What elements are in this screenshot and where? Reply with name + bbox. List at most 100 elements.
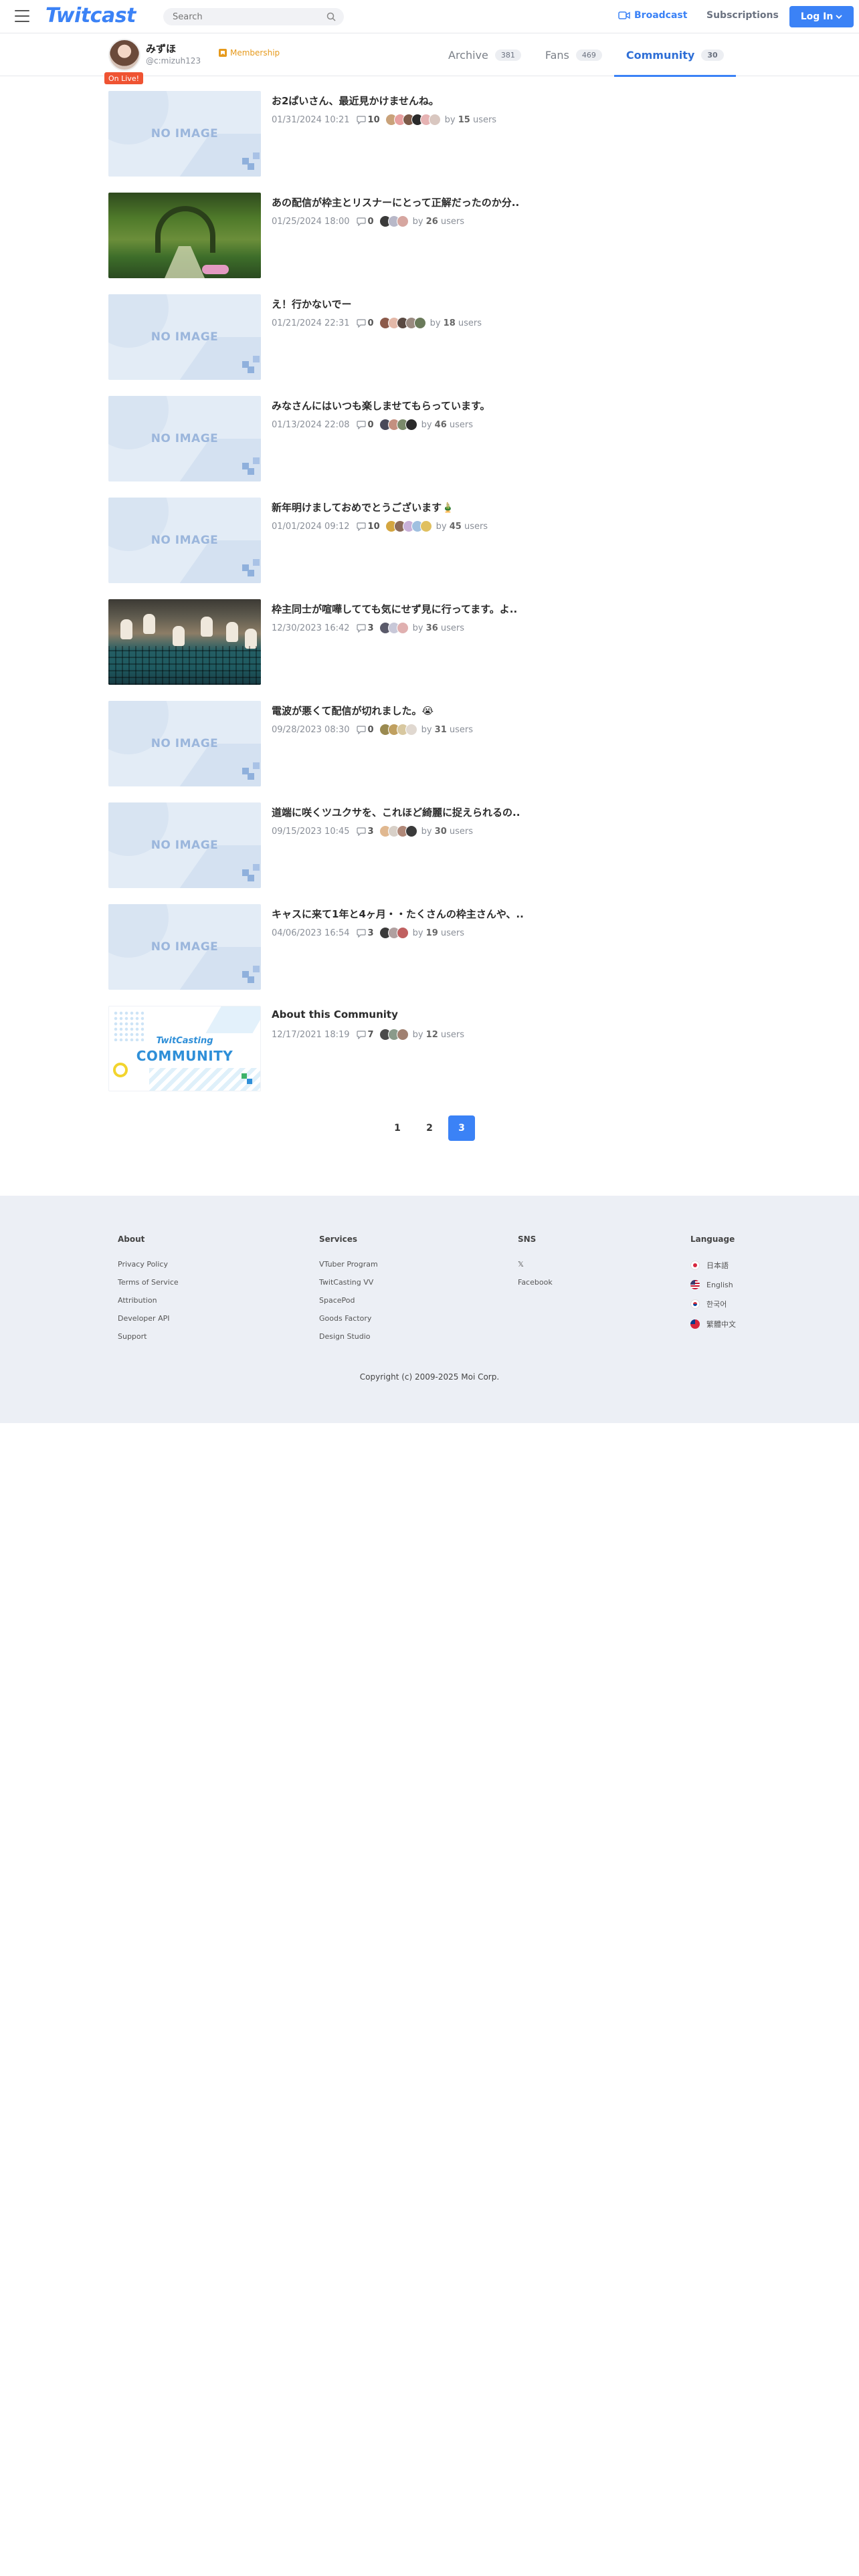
footer-link-goods-factory[interactable]: Goods Factory	[319, 1314, 378, 1323]
post-thumbnail-placeholder[interactable]: NO IMAGE	[108, 802, 261, 888]
community-post[interactable]: NO IMAGE 道端に咲くツユクサを、これほど綺麗に捉えられるの.. 09/15/…	[108, 802, 710, 904]
page-3-button[interactable]: 3	[448, 1115, 475, 1141]
tab-fans[interactable]: Fans 469	[533, 33, 614, 76]
live-badge[interactable]: On Live!	[104, 72, 143, 84]
comment-count: 3	[367, 623, 374, 633]
post-title[interactable]: 枠主同士が喧嘩してても気にせず見に行ってます。よ..	[272, 602, 517, 616]
post-title[interactable]: あの配信が枠主とリスナーにとって正解だったのか分..	[272, 195, 519, 209]
post-thumbnail-placeholder[interactable]: NO IMAGE	[108, 294, 261, 380]
users-suffix: users	[449, 724, 474, 735]
by-prefix: by	[421, 419, 432, 430]
post-date: 01/01/2024 09:12	[272, 521, 350, 532]
participant-count: by 26 users	[413, 217, 464, 227]
post-thumbnail-placeholder[interactable]: NO IMAGE	[108, 701, 261, 786]
no-image-label: NO IMAGE	[151, 737, 219, 750]
footer-link-facebook[interactable]: Facebook	[518, 1278, 553, 1287]
membership-icon	[219, 49, 227, 57]
comment-icon	[356, 420, 366, 429]
tab-community[interactable]: Community 30	[613, 33, 736, 77]
community-post[interactable]: NO IMAGE 電波が悪くて配信が切れました。😭 09/28/2023 08:30…	[108, 701, 710, 802]
post-date: 01/21/2024 22:31	[272, 318, 350, 328]
community-post[interactable]: NO IMAGE みなさんにはいつも楽しませてもらっています。 01/13/2024…	[108, 396, 710, 498]
participant-avatars	[379, 622, 409, 634]
post-title[interactable]: え！行かないでー	[272, 297, 352, 311]
footer-link-twitcasting-vv[interactable]: TwitCasting VV	[319, 1278, 378, 1287]
footer-link-developer-api[interactable]: Developer API	[118, 1314, 179, 1323]
tab-archive[interactable]: Archive 381	[436, 33, 533, 76]
post-thumbnail-placeholder[interactable]: NO IMAGE	[108, 498, 261, 583]
footer-services-column: Services VTuber Program TwitCasting VV S…	[319, 1235, 378, 1350]
comment-count: 10	[367, 521, 380, 532]
footer-link-attribution[interactable]: Attribution	[118, 1296, 179, 1305]
page-1-button[interactable]: 1	[384, 1115, 411, 1141]
community-post[interactable]: NO IMAGE お2ぱいさん、最近見かけませんね。 01/31/2024 10:2…	[108, 91, 710, 193]
post-thumbnail-community-banner[interactable]: TwitCasting COMMUNITY	[108, 1006, 261, 1091]
participant-avatars	[379, 927, 409, 939]
profile-tabs: Archive 381 Fans 469 Community 30	[436, 33, 736, 77]
community-post[interactable]: 枠主同士が喧嘩してても気にせず見に行ってます。よ.. 12/30/2023 16:…	[108, 599, 710, 701]
login-label: Log In	[800, 11, 834, 22]
comment-icon	[356, 1030, 366, 1039]
participant-avatars	[379, 1029, 409, 1041]
community-post[interactable]: あの配信が枠主とリスナーにとって正解だったのか分.. 01/25/2024 18:…	[108, 193, 710, 294]
twitcast-logo[interactable]: Twitcast	[45, 4, 136, 27]
post-title[interactable]: キャスに来て1年と4ヶ月・・たくさんの枠主さんや、..	[272, 907, 524, 921]
post-title[interactable]: 新年明けましておめでとうございます🎍	[272, 500, 454, 514]
community-post[interactable]: NO IMAGE キャスに来て1年と4ヶ月・・たくさんの枠主さんや、.. 04/06…	[108, 904, 710, 1006]
post-title[interactable]: About this Community	[272, 1008, 398, 1021]
post-meta: 01/31/2024 10:21 10 by 15 users	[272, 114, 496, 126]
top-navigation-bar: Twitcast Broadcast Subscriptions Log In	[0, 0, 859, 33]
user-count: 26	[425, 216, 438, 227]
footer-link-x[interactable]: 𝕏	[518, 1260, 553, 1269]
footer-link-support[interactable]: Support	[118, 1332, 179, 1341]
community-post[interactable]: TwitCasting COMMUNITY About this Community…	[108, 1006, 710, 1107]
tab-count: 381	[494, 49, 521, 61]
post-title[interactable]: 道端に咲くツユクサを、これほど綺麗に捉えられるの..	[272, 805, 520, 819]
language-option-korean[interactable]: 한국어	[690, 1299, 736, 1309]
profile-name[interactable]: みずほ	[146, 41, 176, 56]
chevron-down-icon	[836, 15, 842, 19]
comment-count: 0	[367, 216, 374, 227]
avatar[interactable]	[108, 39, 140, 71]
post-title[interactable]: お2ぱいさん、最近見かけませんね。	[272, 94, 439, 108]
search-box[interactable]	[163, 8, 344, 25]
footer-link-privacy-policy[interactable]: Privacy Policy	[118, 1260, 179, 1269]
footer-link-vtuber-program[interactable]: VTuber Program	[319, 1260, 378, 1269]
footer-link-terms[interactable]: Terms of Service	[118, 1278, 179, 1287]
menu-icon[interactable]	[15, 10, 29, 22]
no-image-label: NO IMAGE	[151, 534, 219, 547]
community-post[interactable]: NO IMAGE 新年明けましておめでとうございます🎍 01/01/2024 09:…	[108, 498, 710, 599]
footer-sns-column: SNS 𝕏 Facebook	[518, 1235, 553, 1296]
post-thumbnail-garden-photo[interactable]	[108, 193, 261, 278]
post-thumbnail-placeholder[interactable]: NO IMAGE	[108, 904, 261, 990]
page-2-button[interactable]: 2	[416, 1115, 443, 1141]
post-thumbnail-placeholder[interactable]: NO IMAGE	[108, 396, 261, 481]
search-input[interactable]	[163, 8, 317, 25]
community-post[interactable]: NO IMAGE え！行かないでー 01/21/2024 22:31 0 by 18 u…	[108, 294, 710, 396]
footer-link-spacepod[interactable]: SpacePod	[319, 1296, 378, 1305]
users-suffix: users	[440, 623, 465, 633]
post-title[interactable]: 電波が悪くて配信が切れました。😭	[272, 704, 434, 718]
post-title[interactable]: みなさんにはいつも楽しませてもらっています。	[272, 399, 490, 413]
login-button[interactable]: Log In	[789, 6, 854, 27]
broadcast-button[interactable]: Broadcast	[618, 10, 687, 21]
comment-count: 3	[367, 826, 374, 837]
post-thumbnail-cats-photo[interactable]	[108, 599, 261, 685]
membership-link[interactable]: Membership	[218, 48, 280, 58]
footer-link-design-studio[interactable]: Design Studio	[319, 1332, 378, 1341]
search-icon[interactable]	[326, 12, 336, 21]
comment-count: 0	[367, 419, 374, 430]
footer-heading: Language	[690, 1235, 735, 1244]
tab-label: Archive	[448, 48, 488, 62]
user-count: 18	[443, 318, 456, 328]
subscriptions-link[interactable]: Subscriptions	[706, 10, 779, 21]
by-prefix: by	[421, 724, 432, 735]
participant-count: by 46 users	[421, 420, 473, 430]
language-option-japanese[interactable]: 日本語	[690, 1260, 736, 1271]
language-option-traditional-chinese[interactable]: 繁體中文	[690, 1319, 736, 1329]
post-meta: 12/17/2021 18:19 7 by 12 users	[272, 1029, 464, 1041]
us-flag-icon	[690, 1280, 700, 1289]
post-meta: 09/28/2023 08:30 0 by 31 users	[272, 724, 473, 736]
language-option-english[interactable]: English	[690, 1280, 736, 1289]
post-thumbnail-placeholder[interactable]: NO IMAGE	[108, 91, 261, 177]
